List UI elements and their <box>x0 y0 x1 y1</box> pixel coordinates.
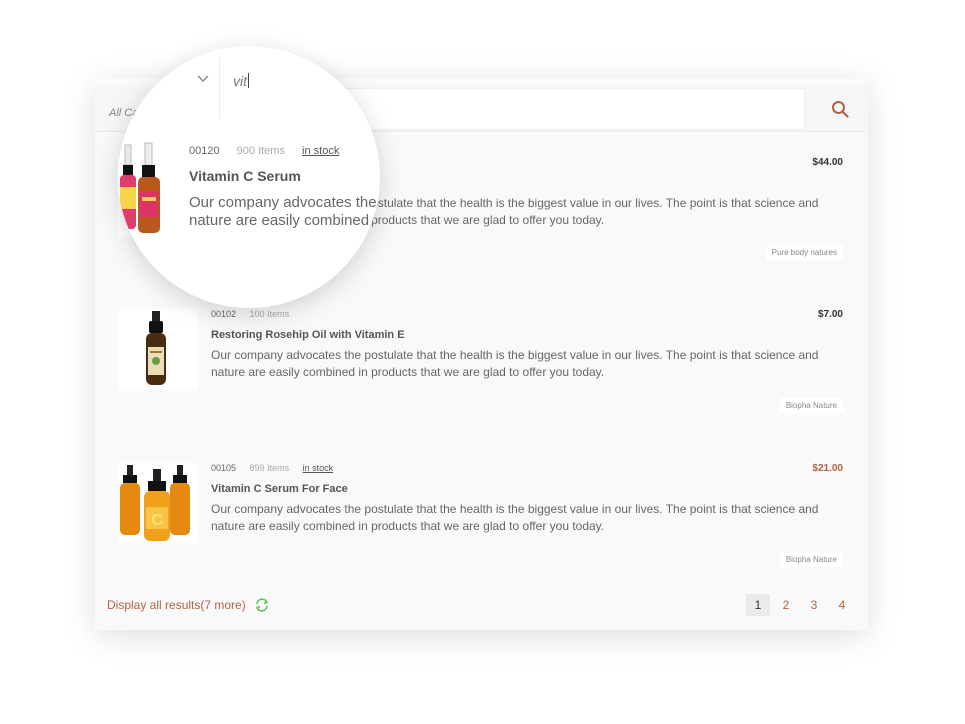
product-qty: 899 Items <box>249 463 290 473</box>
product-description: Our company advocates the postulate that… <box>211 348 819 379</box>
product-sku-zoomed: 00120 <box>189 145 220 157</box>
display-all-results-link[interactable]: Display all results(7 more) <box>107 598 270 612</box>
product-price: $44.00 <box>812 157 843 168</box>
product-sku: 00105 <box>211 463 237 473</box>
search-query-text: vit <box>233 73 247 89</box>
pagination: 1 2 3 4 <box>742 594 854 616</box>
product-brand[interactable]: Biopha Nature <box>779 552 843 567</box>
page-2-button[interactable]: 2 <box>774 594 798 616</box>
product-image <box>118 309 198 389</box>
product-meta: 00102 100 Items <box>211 309 300 319</box>
magnifier-lens: vit 00120 900 Items in stock Vitamin C S… <box>118 46 380 308</box>
product-description-zoomed: Our company advocates the postulate that… <box>189 194 380 229</box>
product-sku: 00102 <box>211 309 237 319</box>
product-qty-zoomed: 900 Items <box>236 145 285 157</box>
result-item[interactable]: 00102 100 Items Restoring Rosehip Oil wi… <box>95 309 868 449</box>
search-button[interactable] <box>815 89 865 129</box>
vitamin-serum-bottles-icon <box>120 142 160 233</box>
magnified-view: vit 00120 900 Items in stock Vitamin C S… <box>118 46 380 308</box>
page-4-button[interactable]: 4 <box>830 594 854 616</box>
product-title[interactable]: Restoring Rosehip Oil with Vitamin E <box>211 329 405 341</box>
product-meta-zoomed: 00120 900 Items in stock <box>189 145 353 157</box>
product-meta: 00105 899 Items in stock <box>211 463 344 473</box>
refresh-icon <box>255 598 269 612</box>
input-divider <box>219 58 220 118</box>
product-description: Our company advocates the postulate that… <box>211 502 819 533</box>
product-brand[interactable]: Biopha Nature <box>779 398 843 413</box>
product-qty: 100 Items <box>249 309 290 319</box>
product-stock-zoomed[interactable]: in stock <box>302 145 339 157</box>
svg-text:C: C <box>151 512 163 529</box>
product-price: $21.00 <box>812 463 843 474</box>
product-title-zoomed[interactable]: Vitamin C Serum <box>189 168 301 184</box>
text-caret <box>248 73 249 88</box>
result-item[interactable]: C 00105 899 Items in stock Vitamin C Ser… <box>95 463 868 603</box>
product-image: C <box>118 463 198 543</box>
page-3-button[interactable]: 3 <box>802 594 826 616</box>
vitamin-c-bottles-icon: C <box>120 465 190 541</box>
product-price: $7.00 <box>817 309 843 320</box>
product-title[interactable]: Vitamin C Serum For Face <box>211 483 348 495</box>
rosehip-oil-bottle-icon <box>146 311 166 385</box>
product-image-zoomed <box>118 141 174 237</box>
display-all-label: Display all results(7 more) <box>107 598 246 612</box>
page-1-button[interactable]: 1 <box>746 594 770 616</box>
search-icon <box>832 101 849 118</box>
search-query[interactable]: vit <box>233 73 249 89</box>
chevron-down-icon[interactable] <box>196 74 210 84</box>
product-brand[interactable]: Pure body natures <box>765 245 843 260</box>
product-stock[interactable]: in stock <box>303 463 334 473</box>
